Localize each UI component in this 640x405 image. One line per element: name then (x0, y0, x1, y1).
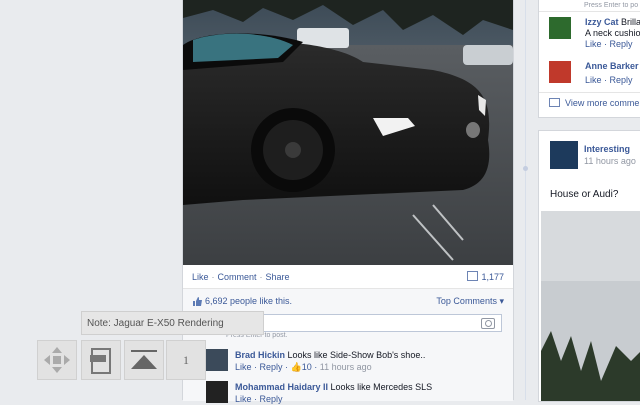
move-arrows-icon (44, 347, 70, 373)
avatar[interactable] (206, 349, 228, 371)
camera-icon[interactable] (481, 318, 495, 329)
page-post-time[interactable]: 11 hours ago (584, 156, 636, 166)
page-avatar[interactable] (550, 141, 578, 169)
share-link[interactable]: Share (266, 272, 290, 282)
comment-like[interactable]: Like (235, 394, 252, 404)
comment-likes[interactable]: 10 (302, 362, 312, 372)
comment-count[interactable]: 1,177 (467, 268, 504, 286)
comment-time[interactable]: 11 hours ago (320, 362, 372, 372)
page-number-control[interactable]: 1 (166, 340, 206, 380)
avatar[interactable] (549, 17, 571, 39)
comment-like[interactable]: Like (585, 39, 602, 49)
car-photo-image (183, 0, 513, 265)
scroll-top-icon (131, 350, 157, 369)
avatar[interactable] (549, 61, 571, 83)
comment-author[interactable]: Mohammad Haidary II (235, 382, 328, 392)
comment-reply[interactable]: Reply (260, 362, 283, 372)
scroll-top-control[interactable] (124, 340, 164, 380)
comment-link[interactable]: Comment (218, 272, 257, 282)
comment-like[interactable]: Like (235, 362, 252, 372)
post-card: Like · Comment · Share 1,177 6,692 people li… (182, 0, 514, 404)
thumbs-up-icon (192, 296, 203, 307)
like-link[interactable]: Like (192, 272, 209, 282)
top-comments-dropdown[interactable]: Top Comments ▾ (436, 293, 504, 309)
comment-author-rest: Brilla (621, 17, 640, 27)
likes-count-link[interactable]: 6,692 people like this. (205, 296, 292, 306)
post-actions: Like · Comment · Share 1,177 (192, 268, 504, 286)
column-divider (525, 0, 526, 400)
right-press-enter: Press Enter to po (584, 2, 639, 9)
page-name[interactable]: Interesting (584, 144, 630, 154)
page-number: 1 (183, 353, 189, 367)
post-photo[interactable] (183, 0, 513, 265)
comment-text: Looks like Side-Show Bob's shoe.. (287, 350, 426, 360)
right-column: Press Enter to po Izzy Cat Brilla A neck… (538, 0, 640, 402)
comment-like[interactable]: Like (585, 75, 602, 85)
comment-author[interactable]: Anne Barker (585, 61, 639, 71)
comment-reply[interactable]: Reply (260, 394, 283, 404)
comment-author[interactable]: Brad Hickin (235, 350, 285, 360)
caret-down-icon: ▾ (499, 296, 504, 306)
photo-note-tooltip: Note: Jaguar E-X50 Rendering (81, 311, 264, 335)
right-comments-card: Press Enter to po Izzy Cat Brilla A neck… (538, 0, 640, 118)
comment-icon (467, 271, 479, 281)
comment-text: Looks like Mercedes SLS (330, 382, 433, 392)
comment-reply[interactable]: Reply (610, 75, 633, 85)
comment-bubble-icon (549, 98, 560, 107)
comment-reply[interactable]: Reply (610, 39, 633, 49)
exit-icon (90, 348, 111, 374)
timeline-dot (523, 166, 528, 171)
page-post-photo[interactable] (541, 211, 640, 401)
comment-author[interactable]: Izzy Cat (585, 17, 619, 27)
post-text: House or Audi? (550, 189, 619, 200)
exit-control[interactable] (81, 340, 121, 380)
view-more-comments[interactable]: View more comme (549, 98, 639, 108)
likes-row: 6,692 people like this. Top Comments ▾ (192, 293, 504, 309)
thumbs-up-icon: 👍 (290, 362, 302, 372)
house-photo-image (541, 211, 640, 401)
comment-field[interactable] (227, 315, 475, 331)
page-post-card: Interesting 11 hours ago House or Audi? (538, 130, 640, 402)
comment-input[interactable] (226, 314, 502, 332)
post-feedback: 6,692 people like this. Top Comments ▾ P… (183, 288, 513, 404)
move-control[interactable] (37, 340, 77, 380)
comment-item: Brad Hickin Looks like Side-Show Bob's s… (192, 349, 512, 377)
comment-text: A neck cushion (585, 28, 640, 38)
